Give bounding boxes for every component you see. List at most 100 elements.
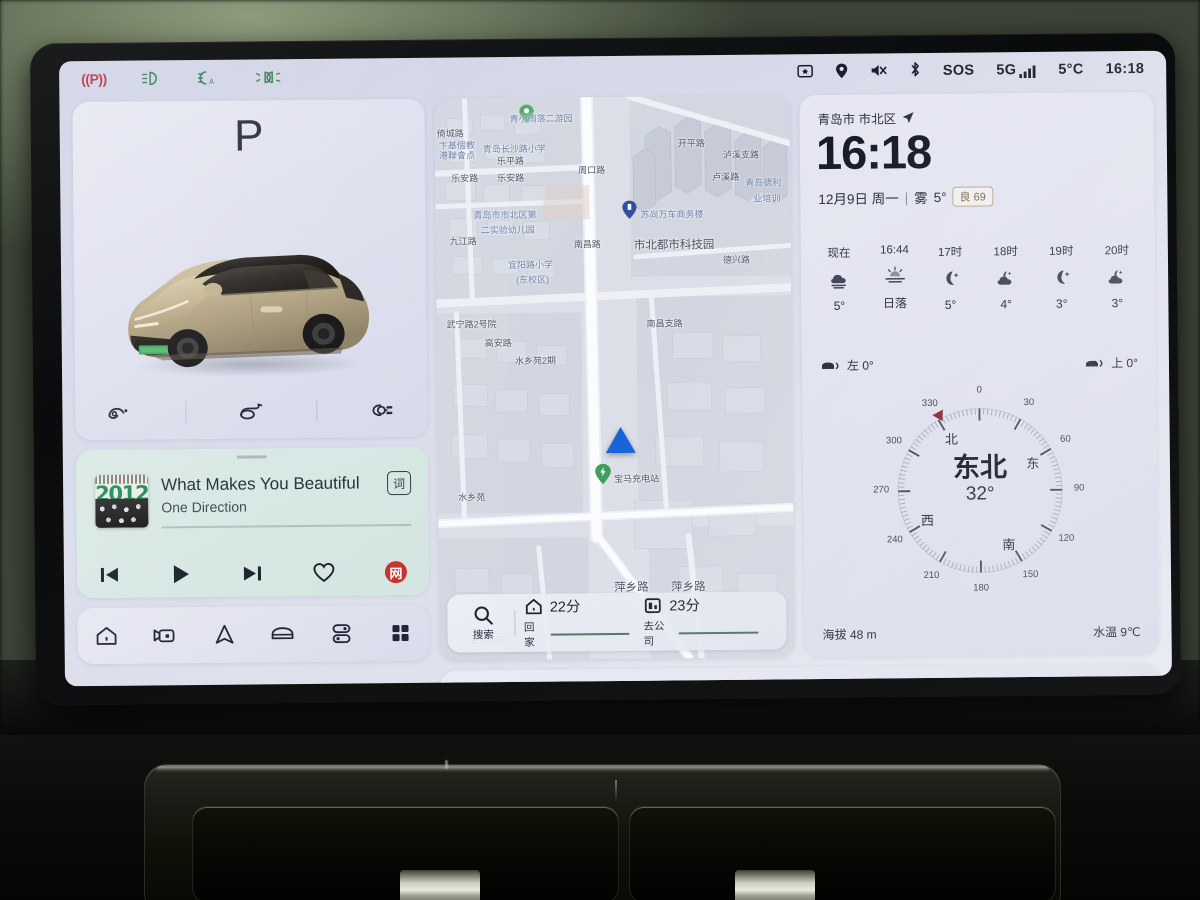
compass-tick-label: 60	[1060, 433, 1071, 445]
dock-controls[interactable]	[321, 613, 361, 653]
vent-chrome-trim	[155, 766, 1050, 773]
vent-control-tab-right[interactable]	[735, 870, 815, 900]
forecast-column: 18时 4°	[980, 243, 1033, 311]
forecast-value: 5°	[833, 298, 846, 313]
map-panel[interactable]: 青小雨落二游园 倚城路 青岛长沙路小学 卞基個教 港聯會点 乐平路 开平路 乐安路 乐安路 周口路…	[434, 95, 795, 661]
map-label: 泸溪支路	[722, 149, 760, 160]
favorite-button[interactable]	[312, 562, 336, 584]
map-label: 宝马充电站	[614, 473, 660, 485]
forecast-column: 20时 3°	[1091, 242, 1144, 310]
bluetooth-icon[interactable]	[909, 61, 921, 81]
map-label: (东校区)	[516, 274, 550, 285]
forecast-column: 19时 3°	[1035, 242, 1088, 311]
dashcam-icon[interactable]	[797, 63, 813, 82]
home-eta: 22分	[549, 599, 581, 616]
compass-cardinal-label: 南	[1002, 537, 1016, 553]
dock-vehicle[interactable]	[263, 614, 303, 654]
map-label: 卢溪路	[712, 171, 740, 183]
map-destination-work[interactable]: 23分 去公司	[643, 594, 759, 649]
work-route-bar	[679, 631, 759, 635]
map-label: 港聯會点	[438, 150, 476, 161]
forecast-time: 17时	[937, 246, 963, 259]
play-button[interactable]	[170, 563, 192, 585]
sos-button[interactable]: SOS	[943, 63, 975, 79]
vent-divider	[615, 780, 617, 802]
vent-control-tab-left[interactable]	[400, 870, 480, 900]
map-label: 水乡苑	[458, 492, 486, 503]
next-track-button[interactable]	[241, 563, 263, 583]
compass-tick-label: 210	[923, 569, 940, 581]
home-label: 回家	[523, 621, 535, 649]
track-title: What Makes You Beautiful	[161, 473, 360, 495]
lyrics-button[interactable]: 词	[386, 470, 412, 496]
vehicle-render[interactable]	[110, 225, 391, 378]
map-bar-divider	[513, 609, 516, 636]
netease-music-button[interactable]: 网	[384, 561, 408, 584]
map-search-button[interactable]: 搜索	[461, 605, 505, 642]
map-label: 二实验幼儿园	[480, 224, 535, 236]
mute-icon[interactable]	[870, 62, 887, 81]
car-side-tilt-icon	[1086, 359, 1103, 367]
map-label: 青岛德利	[745, 177, 782, 188]
aqi-value: 69	[973, 191, 986, 204]
outside-temperature: 5°C	[1058, 61, 1084, 78]
compass-degree-labels: 0 30 60 90 120 150 180 210 240 270 300 330	[866, 384, 1096, 609]
vehicle-stats-row: 海拔 48 m 水温 9℃	[822, 623, 1141, 643]
dock-home[interactable]	[87, 616, 127, 656]
track-artist: One Direction	[161, 498, 247, 516]
vent-pin	[445, 760, 448, 769]
hourly-forecast: 现在 5° 16:44 日落 17时 5° 18时 4° 19时 3° 20时 3°	[813, 242, 1144, 313]
charging-station-poi-icon[interactable]	[594, 463, 612, 485]
map-label: 水乡苑2期	[514, 355, 556, 366]
map-label: 开平路	[677, 138, 705, 149]
forecast-time: 19时	[1049, 245, 1074, 258]
media-controls: 网	[77, 561, 429, 586]
forecast-value: 4°	[1000, 297, 1012, 312]
water-temp-value: 水温 9℃	[1092, 624, 1141, 640]
business-poi-icon[interactable]	[621, 200, 637, 220]
fuel-port-button[interactable]	[95, 404, 147, 422]
previous-track-button[interactable]	[99, 565, 121, 585]
gear-indicator: P	[233, 111, 264, 161]
compass-tick-label: 30	[1023, 397, 1035, 409]
compass-cardinal-label: 北	[944, 431, 959, 447]
map-label: 青岛市市北区第	[473, 209, 537, 221]
dock-dashcam[interactable]	[145, 615, 185, 655]
vehicle-control-row	[75, 399, 427, 424]
trunk-button[interactable]	[225, 401, 277, 421]
playback-progress[interactable]	[161, 523, 412, 529]
work-eta: 23分	[669, 598, 701, 615]
weather-date: 12月9日 周一	[818, 191, 899, 208]
auto-highbeam-icon: A	[197, 71, 221, 85]
charge-port-button[interactable]	[356, 401, 408, 419]
weather-clock: 16:18	[815, 124, 932, 180]
map-label: 苏尚万车商务楼	[640, 209, 704, 220]
search-icon	[474, 605, 493, 625]
map-search-label: 搜索	[472, 628, 494, 641]
map-destination-home[interactable]: 22分 回家	[524, 595, 630, 650]
compass-tick-label: 0	[976, 384, 982, 396]
tilt-left-value: 左 0°	[846, 358, 874, 373]
media-drag-handle[interactable]	[236, 455, 267, 459]
compass-widget: 东北 32° 0 30 60 90 120 150 180 210 240 270 300 330 北…	[864, 374, 1096, 606]
vehicle-panel: P	[72, 98, 428, 441]
compass-tick-label: 330	[921, 398, 938, 410]
fog-light-icon	[255, 70, 281, 84]
compass-tick-label: 180	[973, 582, 990, 594]
dock-navigation[interactable]	[204, 615, 244, 655]
map-label: 九江路	[449, 236, 477, 247]
vehicle-tilt-row: 左 0° 上 0°	[820, 354, 1138, 374]
forecast-value: 5°	[944, 297, 957, 312]
location-icon[interactable]	[835, 62, 848, 81]
car-front-tilt-icon	[821, 361, 839, 369]
air-vent-right	[630, 807, 1055, 900]
forecast-time: 现在	[827, 247, 851, 260]
compass-tick-label: 300	[885, 434, 902, 446]
album-art[interactable]: 2012	[94, 474, 149, 528]
weather-condition: 雾	[914, 190, 928, 207]
infotainment-screen: ((P)) A SOS 5G 5°C 16:18 P 2012 What Mak…	[59, 50, 1172, 687]
dock-apps[interactable]	[380, 613, 420, 653]
compass-cardinal-label: 西	[920, 513, 935, 529]
compass-degrees: 32°	[965, 483, 995, 505]
date-separator: |	[904, 189, 909, 205]
